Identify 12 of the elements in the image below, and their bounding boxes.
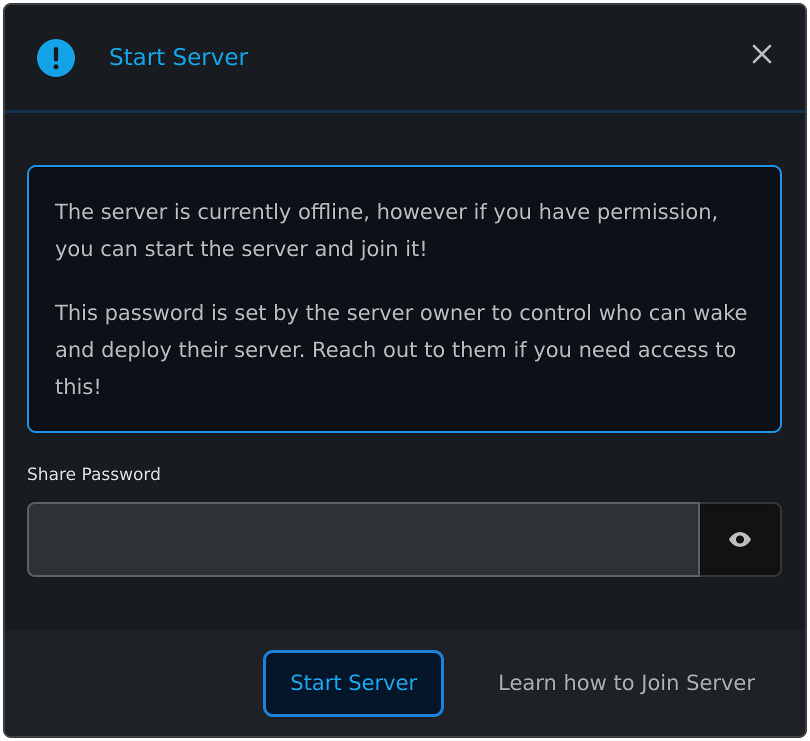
info-paragraph: The server is currently offline, however if you have permission, you can start the server and join it! — [55, 199, 720, 263]
show-password-button[interactable] — [700, 502, 782, 577]
info-paragraph: This password is set by the server owner to control who can wake and deploy their server. Reach out to them if you need access to this! — [55, 300, 748, 401]
start-server-button[interactable]: Start Server — [263, 650, 444, 716]
close-icon — [752, 44, 772, 64]
dialog-title: Start Server — [109, 44, 248, 70]
exclamation-icon — [37, 38, 75, 76]
field-label: Share Password — [27, 464, 162, 487]
close-button[interactable] — [751, 42, 773, 64]
eye-icon — [729, 532, 751, 547]
help-link[interactable]: Learn how to Join Server — [486, 650, 767, 716]
password-field[interactable] — [27, 502, 700, 577]
